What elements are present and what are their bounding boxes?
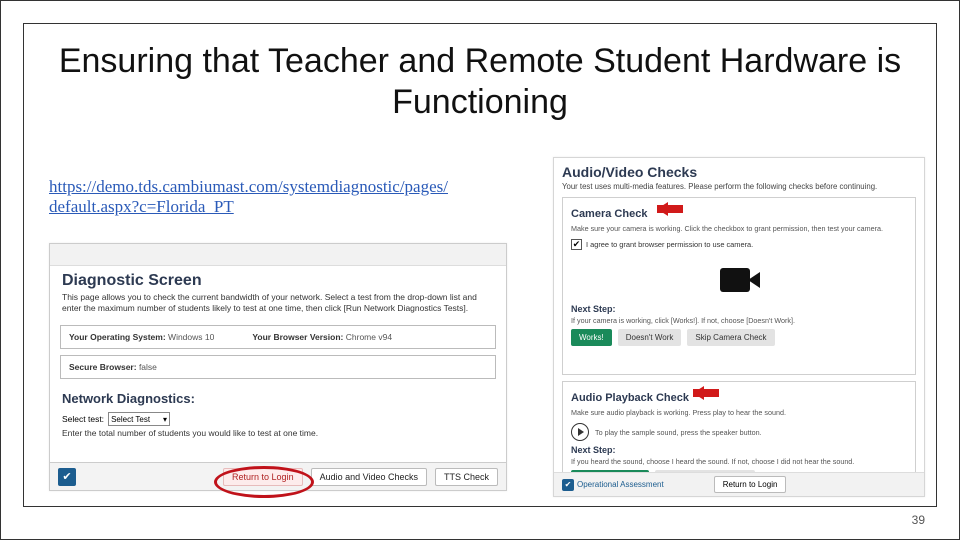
camera-permission-checkbox[interactable]: ✔: [571, 239, 582, 250]
assessment-logo: ✔ Operational Assessment: [562, 479, 664, 491]
audio-video-checks-button[interactable]: Audio and Video Checks: [311, 468, 427, 486]
skip-camera-button[interactable]: Skip Camera Check: [687, 329, 774, 346]
diagnostic-url-line2[interactable]: default.aspx?c=Florida_PT: [49, 197, 234, 216]
chevron-down-icon: ▾: [163, 415, 167, 424]
av-heading: Audio/Video Checks: [562, 164, 916, 180]
play-icon: [578, 428, 584, 436]
camera-check-box: Camera Check Make sure your camera is wo…: [562, 197, 916, 375]
assessment-logo-text: Operational Assessment: [577, 480, 664, 489]
audio-playback-title: Audio Playback Check: [571, 392, 689, 404]
audio-next-label: Next Step:: [571, 445, 907, 455]
diagnostic-url-line1[interactable]: https://demo.tds.cambiumast.com/systemdi…: [49, 177, 448, 196]
secure-value: false: [139, 362, 157, 372]
diagnostic-screen-panel: Diagnostic Screen This page allows you t…: [49, 243, 507, 491]
secure-label: Secure Browser:: [69, 362, 137, 372]
check-icon: ✔: [562, 479, 574, 491]
page-number: 39: [912, 513, 925, 527]
camera-works-button[interactable]: Works!: [571, 329, 612, 346]
audio-playback-desc: Make sure audio playback is working. Pre…: [571, 408, 907, 417]
camera-permission-label: I agree to grant browser permission to u…: [586, 240, 753, 249]
diagnostic-url: https://demo.tds.cambiumast.com/systemdi…: [49, 177, 448, 218]
camera-next-label: Next Step:: [571, 304, 907, 314]
return-to-login-button[interactable]: Return to Login: [223, 468, 303, 486]
select-test-value: Select Test: [111, 415, 150, 424]
slide: Ensuring that Teacher and Remote Student…: [0, 0, 960, 540]
audio-play-row: To play the sample sound, press the spea…: [571, 423, 907, 441]
os-value: Windows 10: [168, 332, 214, 342]
camera-permission-row: ✔ I agree to grant browser permission to…: [571, 239, 907, 250]
slide-title: Ensuring that Teacher and Remote Student…: [1, 41, 959, 123]
audio-video-checks-panel: Audio/Video Checks Your test uses multi-…: [553, 157, 925, 497]
play-button[interactable]: [571, 423, 589, 441]
camera-doesnt-work-button[interactable]: Doesn't Work: [618, 329, 682, 346]
camera-check-title: Camera Check: [571, 208, 647, 220]
diagnostic-footer: ✔ Return to Login Audio and Video Checks…: [50, 462, 506, 490]
diagnostic-heading: Diagnostic Screen: [50, 266, 506, 292]
shield-icon: ✔: [58, 468, 76, 486]
audio-playback-box: Audio Playback Check Make sure audio pla…: [562, 381, 916, 481]
camera-icon: [716, 258, 762, 300]
os-label: Your Operating System:: [69, 332, 166, 342]
select-test-dropdown[interactable]: Select Test ▾: [108, 412, 170, 426]
audio-next-desc: If you heard the sound, choose I heard t…: [571, 457, 907, 466]
audio-play-hint: To play the sample sound, press the spea…: [595, 428, 762, 437]
select-test-label: Select test:: [62, 414, 104, 424]
select-test-row: Select test: Select Test ▾: [50, 406, 506, 426]
annotation-arrow-audio: [693, 386, 729, 400]
annotation-arrow-camera: [657, 202, 693, 216]
network-diagnostics-heading: Network Diagnostics:: [50, 385, 506, 406]
browser-label: Your Browser Version:: [252, 332, 343, 342]
av-return-to-login-button[interactable]: Return to Login: [714, 476, 787, 493]
student-count-note: Enter the total number of students you w…: [50, 426, 506, 438]
system-info-box: Your Operating System: Windows 10 Your B…: [60, 325, 496, 349]
camera-button-row: Works! Doesn't Work Skip Camera Check: [571, 329, 907, 346]
browser-value: Chrome v94: [346, 332, 392, 342]
camera-check-desc: Make sure your camera is working. Click …: [571, 224, 907, 233]
diagnostic-header-bar: [50, 244, 506, 266]
camera-next-desc: If your camera is working, click [Works!…: [571, 316, 907, 325]
tts-check-button[interactable]: TTS Check: [435, 468, 498, 486]
av-subheading: Your test uses multi-media features. Ple…: [562, 182, 916, 191]
av-footer: ✔ Operational Assessment Return to Login: [554, 472, 924, 496]
secure-browser-box: Secure Browser: false: [60, 355, 496, 379]
diagnostic-description: This page allows you to check the curren…: [50, 292, 506, 319]
